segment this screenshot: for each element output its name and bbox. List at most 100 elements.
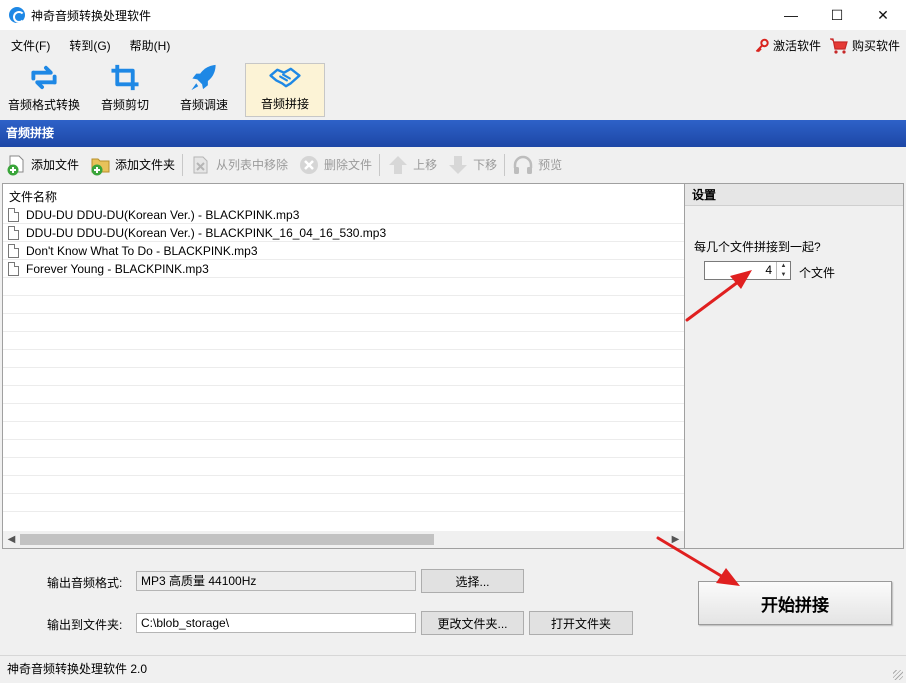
remove-from-list-button[interactable]: 从列表中移除 — [185, 150, 293, 180]
file-name: DDU-DU DDU-DU(Korean Ver.) - BLACKPINK.m… — [26, 207, 300, 222]
minimize-button[interactable]: — — [768, 0, 814, 30]
preview-button[interactable]: 预览 — [507, 150, 567, 180]
spinner-buttons: ▲ ▼ — [776, 262, 790, 279]
file-row[interactable]: Don't Know What To Do - BLACKPINK.mp3 — [3, 242, 684, 260]
window-title: 神奇音频转换处理软件 — [31, 8, 152, 23]
tab-audio-cut[interactable]: 音频剪切 — [94, 63, 156, 117]
output-folder-field[interactable]: C:\blob_storage\ — [136, 613, 416, 633]
resize-grip[interactable] — [893, 670, 903, 680]
empty-row — [3, 332, 684, 350]
tab-audio-speed-label: 音频调速 — [179, 98, 228, 112]
empty-row — [3, 368, 684, 386]
maximize-button[interactable]: ☐ — [814, 0, 860, 30]
join-count-unit: 个文件 — [799, 266, 836, 280]
move-up-label: 上移 — [413, 158, 438, 172]
delete-file-button[interactable]: 删除文件 — [293, 150, 377, 180]
menu-help[interactable]: 帮助(H) — [122, 37, 179, 54]
empty-row — [3, 314, 684, 332]
start-join-button[interactable]: 开始拼接 — [698, 581, 892, 625]
add-file-button[interactable]: 添加文件 — [0, 150, 84, 180]
add-folder-label: 添加文件夹 — [115, 158, 176, 172]
empty-row — [3, 296, 684, 314]
delete-icon — [300, 155, 319, 174]
file-icon — [8, 261, 19, 276]
file-icon — [8, 243, 19, 258]
status-text: 神奇音频转换处理软件 2.0 — [7, 662, 148, 676]
scroll-track[interactable] — [20, 531, 667, 548]
preview-label: 预览 — [538, 158, 563, 172]
cart-icon — [829, 37, 848, 54]
remove-from-list-label: 从列表中移除 — [216, 158, 289, 172]
add-folder-icon — [91, 158, 110, 175]
join-count-spinner[interactable]: 4 ▲ ▼ — [704, 261, 791, 280]
change-folder-button[interactable]: 更改文件夹... — [421, 611, 524, 635]
join-count-question: 每几个文件拼接到一起? — [694, 240, 821, 254]
column-header-filename[interactable]: 文件名称 — [3, 184, 684, 206]
convert-icon — [31, 65, 57, 90]
file-list[interactable]: 文件名称 DDU-DU DDU-DU(Korean Ver.) - BLACKP… — [2, 183, 685, 549]
empty-row — [3, 440, 684, 458]
tab-format-convert[interactable]: 音频格式转换 — [4, 63, 84, 117]
spin-down-icon[interactable]: ▼ — [777, 271, 790, 280]
activate-software-label: 激活软件 — [772, 39, 821, 53]
file-row[interactable]: Forever Young - BLACKPINK.mp3 — [3, 260, 684, 278]
move-down-label: 下移 — [473, 158, 498, 172]
file-name: Don't Know What To Do - BLACKPINK.mp3 — [26, 243, 258, 258]
add-folder-button[interactable]: 添加文件夹 — [84, 150, 180, 180]
delete-file-label: 删除文件 — [324, 158, 373, 172]
empty-row — [3, 422, 684, 440]
add-file-label: 添加文件 — [31, 158, 80, 172]
join-count-value[interactable]: 4 — [705, 262, 776, 279]
buy-software-link[interactable]: 购买软件 — [829, 37, 900, 55]
remove-icon — [193, 156, 208, 173]
move-down-button[interactable]: 下移 — [442, 150, 502, 180]
empty-row — [3, 278, 684, 296]
tab-audio-join[interactable]: 音频拼接 — [245, 63, 325, 117]
empty-row — [3, 458, 684, 476]
handshake-icon — [269, 67, 301, 88]
output-format-label: 输出音频格式: — [47, 576, 123, 590]
scroll-left-icon[interactable]: ◀ — [3, 531, 20, 548]
output-folder-label: 输出到文件夹: — [47, 618, 123, 632]
status-bar: 神奇音频转换处理软件 2.0 — [0, 655, 906, 683]
empty-row — [3, 404, 684, 422]
activate-software-link[interactable]: 激活软件 — [754, 37, 821, 54]
file-action-toolbar: 添加文件 添加文件夹 从列表中移除 删除文件 上移 下移 预览 — [0, 147, 906, 182]
headphones-icon — [513, 155, 533, 174]
open-folder-button[interactable]: 打开文件夹 — [529, 611, 633, 635]
toolbar-separator — [379, 153, 381, 176]
key-icon — [755, 38, 769, 52]
settings-panel: 设置 每几个文件拼接到一起? 4 ▲ ▼ 个文件 — [685, 183, 904, 549]
tab-audio-speed[interactable]: 音频调速 — [172, 63, 236, 117]
scroll-thumb[interactable] — [20, 534, 434, 545]
file-row[interactable]: DDU-DU DDU-DU(Korean Ver.) - BLACKPINK.m… — [3, 206, 684, 224]
scroll-right-icon[interactable]: ▶ — [667, 531, 684, 548]
menu-file[interactable]: 文件(F) — [3, 37, 58, 54]
file-icon — [8, 207, 19, 222]
empty-row — [3, 386, 684, 404]
close-button[interactable]: ✕ — [860, 0, 906, 30]
empty-row — [3, 350, 684, 368]
main-toolbar: 音频格式转换 音频剪切 音频调速 音频拼接 — [0, 61, 906, 119]
empty-row — [3, 476, 684, 494]
rocket-icon — [191, 64, 216, 91]
tab-audio-cut-label: 音频剪切 — [100, 98, 149, 112]
file-rows: DDU-DU DDU-DU(Korean Ver.) - BLACKPINK.m… — [3, 206, 684, 512]
app-icon — [9, 7, 25, 23]
add-file-icon — [7, 155, 24, 175]
section-title: 音频拼接 — [0, 120, 906, 147]
spin-up-icon[interactable]: ▲ — [777, 262, 790, 271]
arrow-up-icon — [389, 155, 408, 174]
title-bar: 神奇音频转换处理软件 — ☐ ✕ — [0, 0, 906, 30]
tab-format-convert-label: 音频格式转换 — [7, 98, 80, 112]
file-row[interactable]: DDU-DU DDU-DU(Korean Ver.) - BLACKPINK_1… — [3, 224, 684, 242]
buy-software-label: 购买软件 — [851, 39, 900, 53]
settings-title: 设置 — [685, 184, 903, 206]
empty-row — [3, 494, 684, 512]
menu-goto[interactable]: 转到(G) — [61, 37, 118, 54]
horizontal-scrollbar[interactable]: ◀ ▶ — [3, 531, 684, 548]
choose-format-button[interactable]: 选择... — [421, 569, 524, 593]
file-name: DDU-DU DDU-DU(Korean Ver.) - BLACKPINK_1… — [26, 225, 387, 240]
toolbar-separator — [182, 153, 184, 176]
move-up-button[interactable]: 上移 — [382, 150, 442, 180]
